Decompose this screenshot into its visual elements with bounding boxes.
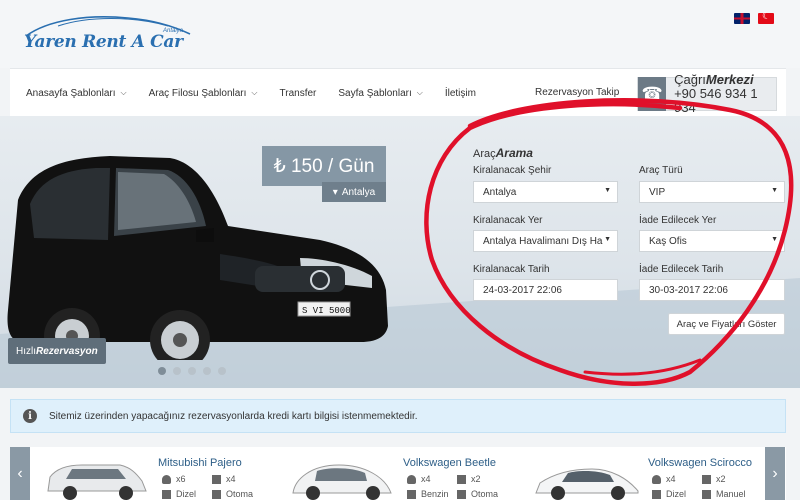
phone-icon: ☎ [638,77,667,111]
nav-item-fleet-templates[interactable]: Araç Filosu Şablonları ⌵ [149,88,258,99]
info-message: Sitemiz üzerinden yapacağınız rezervasyo… [49,410,418,422]
caret-down-icon: ▼ [771,187,778,194]
slider-dot[interactable] [203,367,211,375]
language-switcher [734,11,774,24]
cars-carousel: ‹ Mitsubishi Pajero x6 x4 Dizel Otoma Vo… [10,447,786,500]
chevron-down-icon: ⌵ [416,88,423,97]
car-type-label: Araç Türü [639,165,683,176]
scirocco-image [535,468,639,500]
pickup-date-input[interactable]: 24-03-2017 22:06 [473,279,618,301]
info-icon: i [23,409,37,423]
price-badge: ₺ 150 / Gün [262,146,386,186]
pickup-date-label: Kiralanacak Tarih [473,264,550,275]
show-cars-button[interactable]: Araç ve Fiyatları Göster [668,313,785,335]
search-title: AraçArama [473,146,533,160]
pickup-city-label: Kiralanacak Şehir [473,165,552,176]
return-place-select[interactable]: Kaş Ofis ▼ [639,230,785,252]
info-alert: i Sitemiz üzerinden yapacağınız rezervas… [10,399,786,433]
person-icon [162,474,171,484]
site-logo[interactable]: Yaren Rent A Car Antalya [18,10,198,58]
main-navigation: Anasayfa Şablonları ⌵ Araç Filosu Şablonl… [10,68,786,116]
suv-image [47,464,147,500]
call-center-phone: +90 546 934 1 934 [674,86,758,115]
quick-reservation-button[interactable]: Hızlı Rezervasyon [8,338,106,364]
gear-icon [457,489,466,499]
caret-down-icon: ▼ [771,236,778,243]
return-place-label: İade Edilecek Yer [639,215,717,226]
person-icon [652,474,661,484]
beetle-image [292,464,392,500]
fuel-icon [652,489,661,499]
fuel-icon [162,489,171,499]
slider-dots [158,367,226,375]
map-pin-icon: ▾ [332,186,338,198]
chevron-down-icon: ⌵ [251,88,258,97]
pickup-place-label: Kiralanacak Yer [473,215,543,226]
gear-icon [702,489,711,499]
return-date-label: İade Edilecek Tarih [639,264,724,275]
location-badge: ▾ Antalya [322,182,386,202]
luggage-icon [702,474,711,484]
reservation-track-link[interactable]: Rezervasyon Takip [535,87,619,98]
svg-text:S VI 5000: S VI 5000 [302,306,351,316]
nav-item-home-templates[interactable]: Anasayfa Şablonları ⌵ [26,88,127,99]
carousel-prev-arrow[interactable]: ‹ [10,447,30,500]
nav-item-transfer[interactable]: Transfer [280,88,317,99]
site-header: Yaren Rent A Car Antalya [0,0,800,68]
hero-slider: S VI 5000 ₺ 150 / Gün ▾ Antalya Hızlı Rez… [0,116,800,388]
person-icon [407,474,416,484]
gear-icon [212,489,221,499]
call-title-a: Çağrı [674,72,706,87]
location-label: Antalya [341,186,376,198]
chevron-down-icon: ⌵ [120,88,127,97]
caret-down-icon: ▼ [604,236,611,243]
slider-dot[interactable] [173,367,181,375]
car-card[interactable]: Mitsubishi Pajero x6 x4 Dizel Otoma [36,447,276,500]
car-card[interactable]: Volkswagen Scirocco x4 x2 Dizel Manuel [526,447,766,500]
luggage-icon [457,474,466,484]
logo-text: Yaren Rent A Car [24,32,183,52]
caret-down-icon: ▼ [604,187,611,194]
car-card[interactable]: Volkswagen Beetle x4 x2 Benzin Otoma [281,447,521,500]
car-name: Volkswagen Scirocco [648,457,752,469]
uk-flag-icon[interactable] [734,13,750,24]
logo-subtext: Antalya [163,28,184,34]
call-title-b: Merkezi [705,72,754,87]
car-name: Mitsubishi Pajero [158,457,242,469]
carousel-next-arrow[interactable]: › [765,447,785,500]
car-name: Volkswagen Beetle [403,457,496,469]
nav-item-page-templates[interactable]: Sayfa Şablonları ⌵ [338,88,422,99]
slider-dot[interactable] [188,367,196,375]
luggage-icon [212,474,221,484]
slider-dot[interactable] [218,367,226,375]
pickup-place-select[interactable]: Antalya Havalimanı Dış Ha ▼ [473,230,618,252]
slider-dot[interactable] [158,367,166,375]
fuel-icon [407,489,416,499]
car-type-select[interactable]: VIP ▼ [639,181,785,203]
pickup-city-select[interactable]: Antalya ▼ [473,181,618,203]
return-date-input[interactable]: 30-03-2017 22:06 [639,279,785,301]
turkey-flag-icon[interactable] [758,11,774,24]
nav-item-contact[interactable]: İletişim [445,88,476,99]
call-center-box[interactable]: ☎ ÇağrıMerkezi +90 546 934 1 934 [637,73,777,115]
